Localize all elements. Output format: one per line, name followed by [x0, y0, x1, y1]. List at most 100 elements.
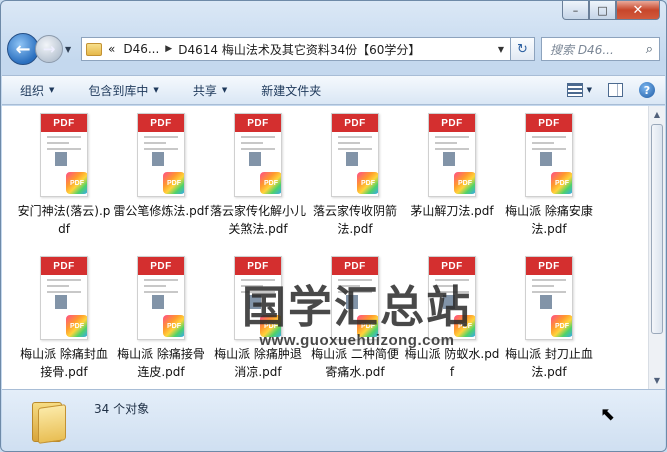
file-item[interactable]: PDF PDF 落云家传化解小儿关煞法.pdf: [210, 113, 306, 238]
file-item[interactable]: PDF PDF 梅山派 除痛接骨连皮.pdf: [113, 256, 209, 381]
chevron-down-icon: ▼: [221, 86, 228, 94]
scroll-up-icon[interactable]: ▲: [649, 106, 665, 123]
pdf-thumbnail: PDF PDF: [137, 113, 185, 197]
file-list: PDF PDF 安门神法(落云).pdf PDF PDF 雷公笔修炼法.pdf PDF PDF…: [2, 106, 665, 389]
image-icon: [540, 295, 552, 309]
organize-menu[interactable]: 组织 ▼: [20, 82, 54, 99]
file-item[interactable]: PDF PDF 梅山派 二种简便寄痛水.pdf: [307, 256, 403, 381]
file-item[interactable]: PDF PDF 茅山解刀法.pdf: [404, 113, 500, 238]
pdf-app-icon: PDF: [163, 172, 184, 194]
pdf-thumbnail: PDF PDF: [234, 256, 282, 340]
file-item[interactable]: PDF PDF 梅山派 除痛肿退消凉.pdf: [210, 256, 306, 381]
file-name: 茅山解刀法.pdf: [410, 204, 494, 218]
file-name: 落云家传化解小儿关煞法.pdf: [210, 204, 307, 236]
vertical-scrollbar[interactable]: ▲ ▼: [648, 106, 665, 389]
recent-pages-dropdown[interactable]: ▼: [65, 45, 77, 54]
pdf-thumbnail: PDF PDF: [525, 113, 573, 197]
image-icon: [249, 152, 261, 166]
pdf-app-icon: PDF: [454, 315, 475, 337]
new-folder-button[interactable]: 新建文件夹: [261, 82, 321, 99]
file-name: 梅山派 除痛接骨连皮.pdf: [117, 347, 205, 379]
navigation-bar: ← → ▼ « D46... ▶ D4614 梅山法术及其它资料34份【60学分…: [7, 29, 660, 69]
forward-button[interactable]: →: [35, 35, 63, 63]
file-item[interactable]: PDF PDF 落云家传收阴箭法.pdf: [307, 113, 403, 238]
scroll-down-icon[interactable]: ▼: [649, 372, 665, 389]
pdf-app-icon: PDF: [260, 172, 281, 194]
change-view-button[interactable]: ▼: [566, 83, 592, 97]
pdf-app-icon: PDF: [551, 315, 572, 337]
pdf-app-icon: PDF: [454, 172, 475, 194]
command-bar: 组织 ▼ 包含到库中 ▼ 共享 ▼ 新建文件夹 ▼ ?: [2, 75, 665, 105]
share-menu[interactable]: 共享 ▼: [193, 82, 227, 99]
pdf-header-label: PDF: [429, 257, 475, 275]
pdf-thumbnail: PDF PDF: [428, 256, 476, 340]
pdf-app-icon: PDF: [66, 172, 87, 194]
scrollbar-thumb[interactable]: [651, 124, 663, 334]
include-in-library-menu[interactable]: 包含到库中 ▼: [88, 82, 158, 99]
preview-pane-icon[interactable]: [608, 83, 623, 97]
file-item[interactable]: PDF PDF 梅山派 防蚁水.pdf: [404, 256, 500, 381]
pdf-header-label: PDF: [526, 257, 572, 275]
breadcrumb-prefix[interactable]: «: [108, 42, 115, 56]
explorer-window: – □ ✕ ← → ▼ « D46... ▶ D4614 梅山法术及其它资料34…: [0, 0, 667, 452]
pdf-header-label: PDF: [235, 257, 281, 275]
pdf-thumbnail: PDF PDF: [331, 256, 379, 340]
file-name: 梅山派 防蚁水.pdf: [404, 347, 500, 379]
close-button[interactable]: ✕: [616, 1, 660, 20]
pdf-app-icon: PDF: [357, 172, 378, 194]
image-icon: [55, 152, 67, 166]
image-icon: [152, 295, 164, 309]
pdf-thumbnail: PDF PDF: [137, 256, 185, 340]
pdf-header-label: PDF: [138, 114, 184, 132]
address-dropdown[interactable]: ▼: [492, 45, 510, 54]
folder-icon: [32, 398, 66, 444]
item-count: 34 个对象: [94, 402, 150, 416]
pdf-thumbnail: PDF PDF: [40, 113, 88, 197]
pdf-app-icon: PDF: [551, 172, 572, 194]
chevron-down-icon: ▼: [49, 86, 55, 94]
chevron-down-icon: ▼: [153, 86, 159, 94]
pdf-app-icon: PDF: [260, 315, 281, 337]
pdf-header-label: PDF: [332, 114, 378, 132]
folder-icon: [86, 42, 102, 56]
file-item[interactable]: PDF PDF 梅山派 封刀止血法.pdf: [501, 256, 597, 381]
pdf-header-label: PDF: [429, 114, 475, 132]
pdf-header-label: PDF: [332, 257, 378, 275]
mouse-cursor-icon: ⬉: [600, 404, 616, 425]
pdf-header-label: PDF: [235, 114, 281, 132]
file-name: 梅山派 除痛封血接骨.pdf: [20, 347, 108, 379]
chevron-right-icon[interactable]: ▶: [165, 44, 172, 54]
image-icon: [346, 295, 358, 309]
image-icon: [540, 152, 552, 166]
file-item[interactable]: PDF PDF 安门神法(落云).pdf: [16, 113, 112, 238]
pdf-header-label: PDF: [138, 257, 184, 275]
image-icon: [443, 295, 455, 309]
pdf-app-icon: PDF: [66, 315, 87, 337]
help-icon[interactable]: ?: [639, 82, 655, 98]
file-grid: PDF PDF 安门神法(落云).pdf PDF PDF 雷公笔修炼法.pdf PDF PDF…: [16, 113, 616, 381]
image-icon: [443, 152, 455, 166]
search-icon[interactable]: ⌕: [646, 42, 653, 57]
pdf-header-label: PDF: [41, 257, 87, 275]
minimize-button[interactable]: –: [562, 1, 589, 20]
file-name: 梅山派 封刀止血法.pdf: [505, 347, 593, 379]
refresh-button[interactable]: ↻: [511, 37, 535, 61]
image-icon: [249, 295, 261, 309]
address-bar[interactable]: « D46... ▶ D4614 梅山法术及其它资料34份【60学分】 ▼: [81, 37, 511, 61]
maximize-button[interactable]: □: [589, 1, 616, 20]
file-name: 落云家传收阴箭法.pdf: [312, 204, 397, 236]
pdf-thumbnail: PDF PDF: [234, 113, 282, 197]
breadcrumb-item-parent[interactable]: D46...: [123, 42, 159, 56]
pdf-header-label: PDF: [41, 114, 87, 132]
pdf-thumbnail: PDF PDF: [331, 113, 379, 197]
details-pane: 34 个对象 ⬉: [2, 389, 665, 451]
caption-buttons: – □ ✕: [562, 1, 660, 21]
file-item[interactable]: PDF PDF 梅山派 除痛封血接骨.pdf: [16, 256, 112, 381]
pdf-thumbnail: PDF PDF: [525, 256, 573, 340]
file-item[interactable]: PDF PDF 梅山派 除痛安康法.pdf: [501, 113, 597, 238]
file-name: 梅山派 除痛安康法.pdf: [505, 204, 593, 236]
file-item[interactable]: PDF PDF 雷公笔修炼法.pdf: [113, 113, 209, 238]
image-icon: [346, 152, 358, 166]
search-input[interactable]: 搜索 D46... ⌕: [541, 37, 660, 61]
breadcrumb-item-current[interactable]: D4614 梅山法术及其它资料34份【60学分】: [178, 41, 420, 58]
